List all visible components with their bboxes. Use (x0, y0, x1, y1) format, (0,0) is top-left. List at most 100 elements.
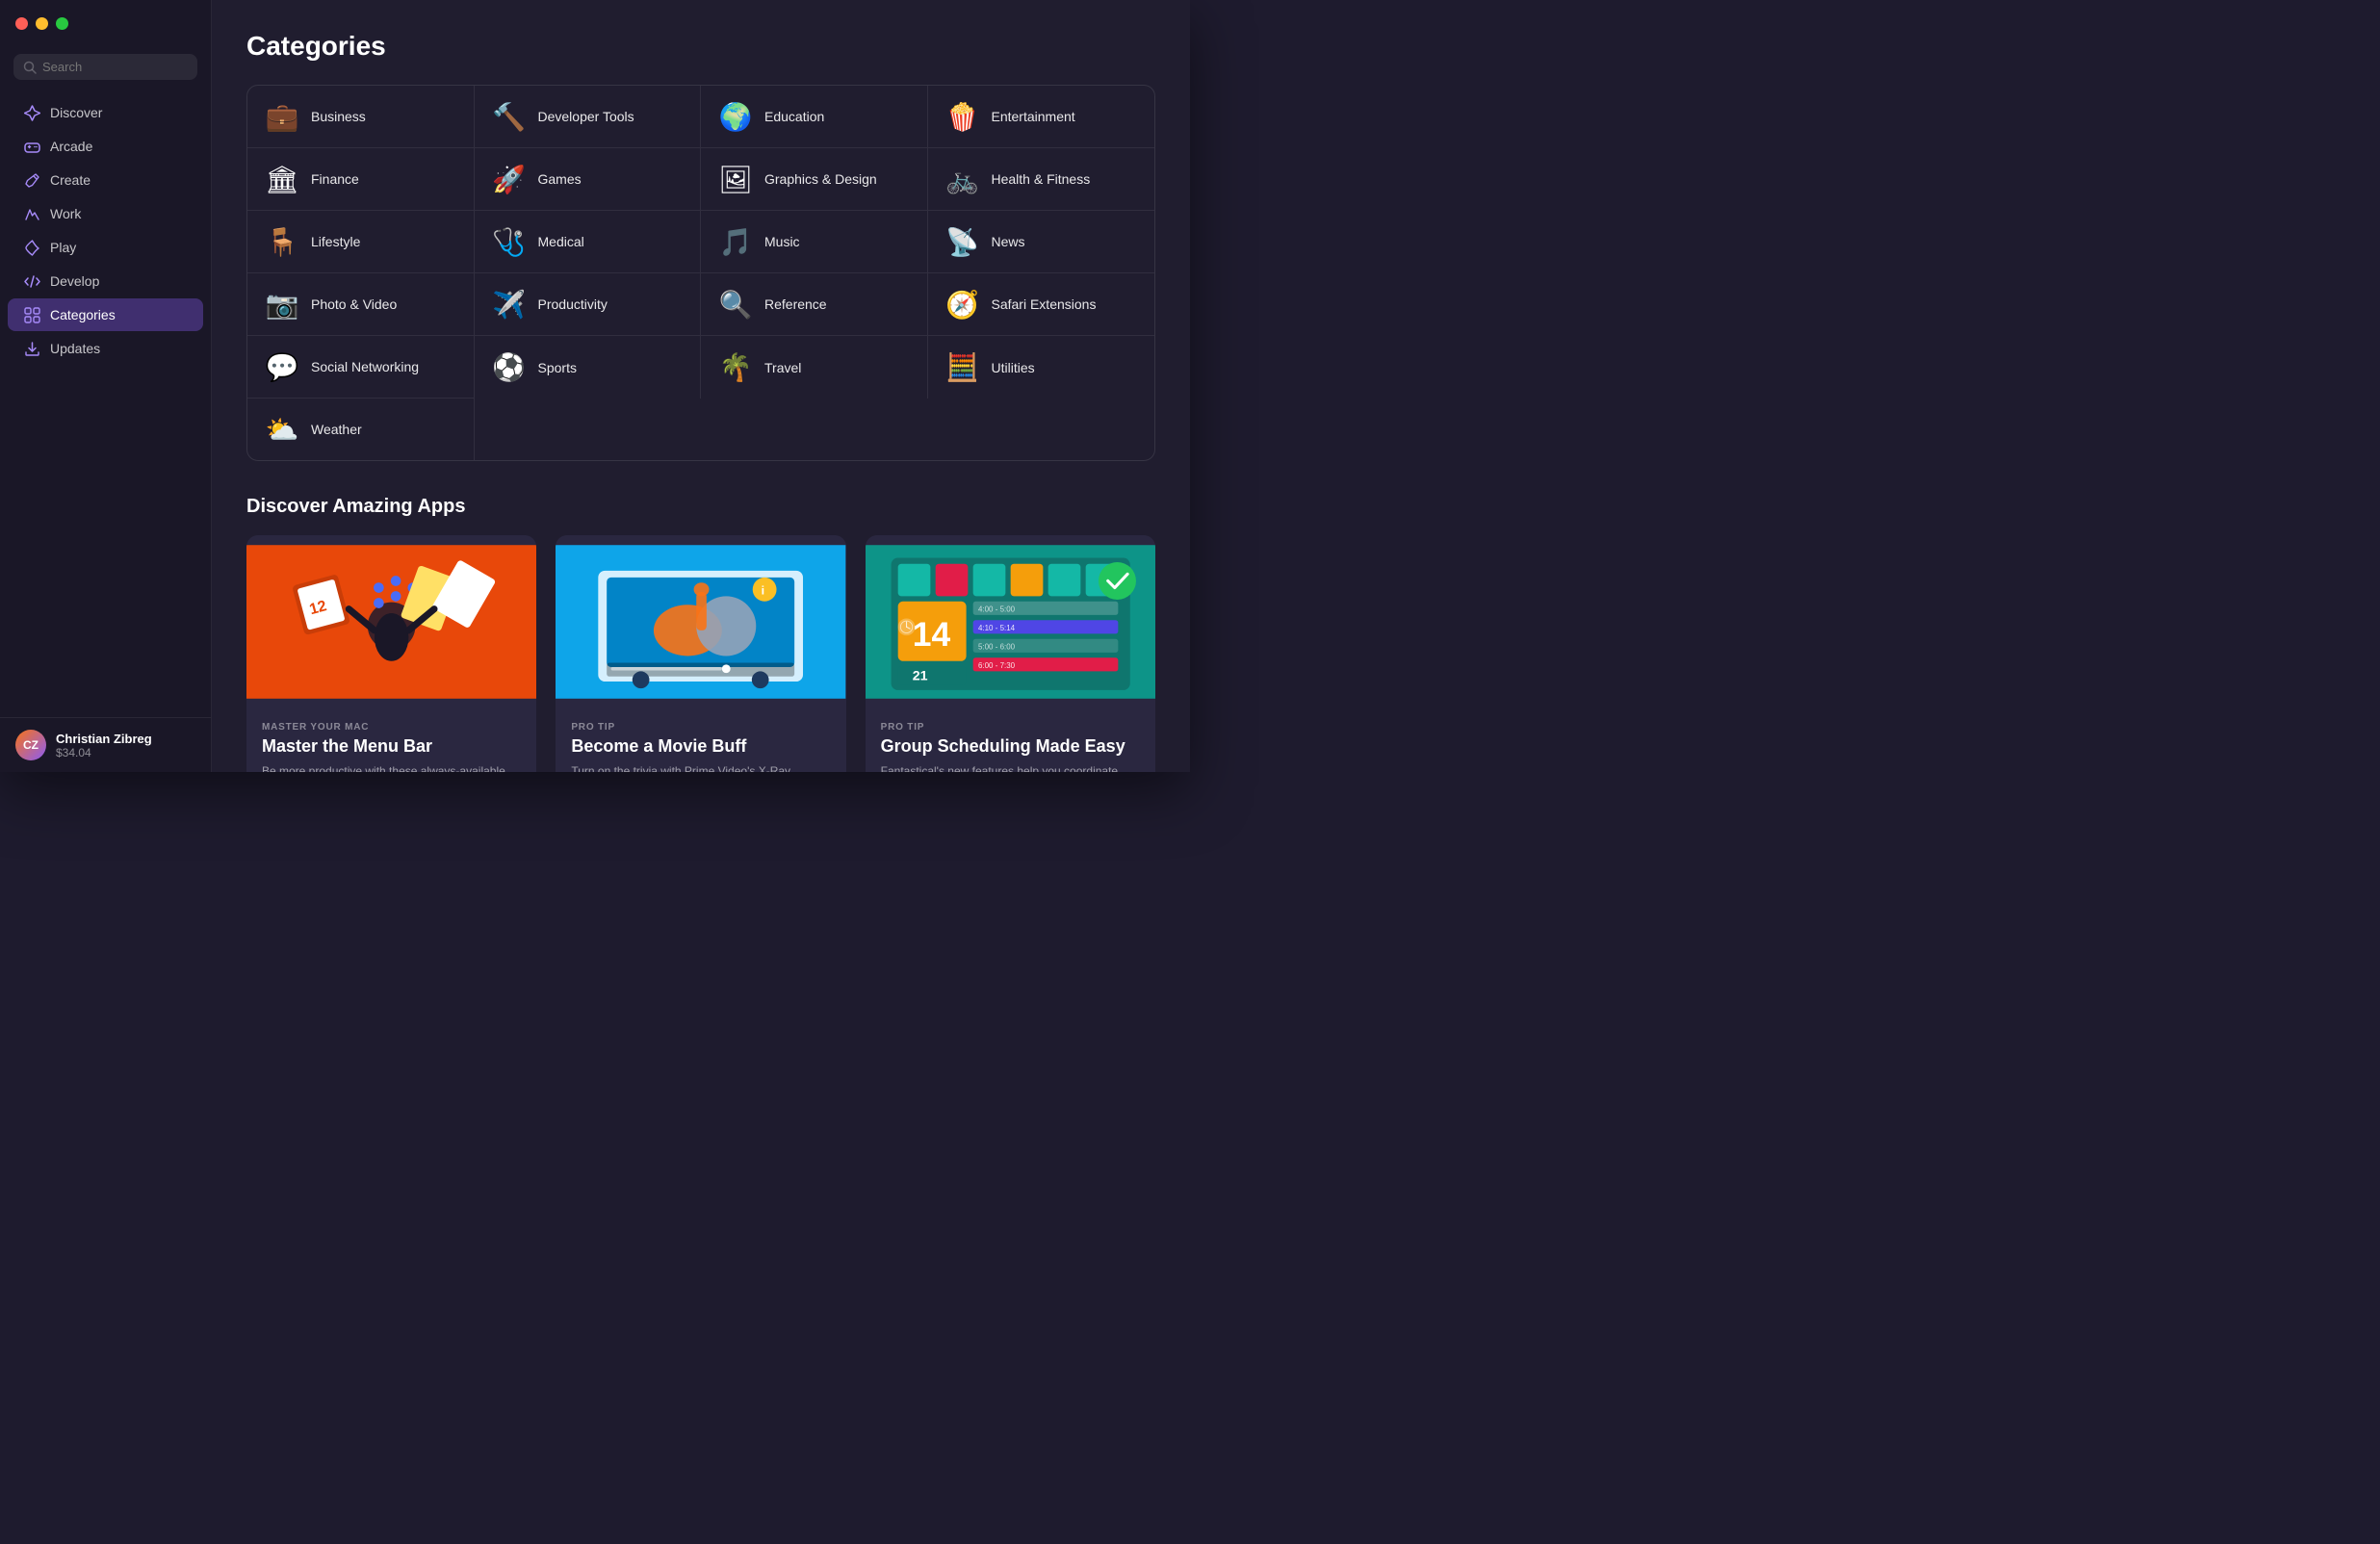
svg-text:14: 14 (912, 615, 950, 654)
app-name-menu-bar: Master the Menu Bar (262, 736, 521, 757)
search-box[interactable] (13, 54, 197, 80)
cat-label-finance: Finance (311, 171, 359, 187)
sidebar-item-work-label: Work (50, 206, 81, 221)
cat-icon-travel: 🌴 (718, 350, 753, 385)
category-item-entertainment[interactable]: 🍿 Entertainment (928, 86, 1155, 148)
svg-text:i: i (762, 584, 764, 598)
page-title: Categories (246, 31, 1155, 62)
app-name-movie-buff: Become a Movie Buff (571, 736, 830, 757)
category-item-music[interactable]: 🎵 Music (701, 211, 928, 273)
app-subtitle-movie-buff: PRO TIP (571, 722, 830, 733)
apps-grid: 12 MASTER YOUR MAC (246, 535, 1155, 772)
cat-icon-games: 🚀 (492, 162, 527, 196)
app-name-group-scheduling: Group Scheduling Made Easy (881, 736, 1140, 757)
cat-label-reference: Reference (764, 296, 827, 312)
category-item-sports[interactable]: ⚽ Sports (475, 336, 702, 399)
cat-icon-news: 📡 (945, 224, 980, 259)
cat-icon-music: 🎵 (718, 224, 753, 259)
categories-grid: 💼 Business 🔨 Developer Tools 🌍 Education… (246, 85, 1155, 461)
cat-label-health-fitness: Health & Fitness (992, 171, 1091, 187)
sidebar-item-develop[interactable]: Develop (8, 265, 203, 297)
titlebar (0, 0, 211, 46)
app-card-body-movie-buff: PRO TIP Become a Movie Buff Turn on the … (556, 708, 845, 772)
user-name: Christian Zibreg (56, 732, 152, 746)
close-button[interactable] (15, 17, 28, 30)
user-profile[interactable]: CZ Christian Zibreg $34.04 (0, 717, 211, 772)
sidebar-nav: Discover Arcade Create (0, 95, 211, 366)
cat-icon-developer-tools: 🔨 (492, 99, 527, 134)
app-card-movie-buff[interactable]: i PRO TIP Become a Movie Buff Turn on th… (556, 535, 845, 772)
app-card-body-menu-bar: MASTER YOUR MAC Master the Menu Bar Be m… (246, 708, 536, 772)
avatar: CZ (15, 730, 46, 760)
search-icon (23, 61, 37, 74)
category-item-travel[interactable]: 🌴 Travel (701, 336, 928, 399)
category-item-social-networking[interactable]: 💬 Social Networking (247, 336, 475, 399)
sidebar-item-create[interactable]: Create (8, 164, 203, 196)
sidebar-item-work[interactable]: Work (8, 197, 203, 230)
category-item-business[interactable]: 💼 Business (247, 86, 475, 148)
category-item-education[interactable]: 🌍 Education (701, 86, 928, 148)
sidebar-item-arcade[interactable]: Arcade (8, 130, 203, 163)
category-item-finance[interactable]: 🏛 Finance (247, 148, 475, 211)
sidebar-item-categories[interactable]: Categories (8, 298, 203, 331)
category-item-lifestyle[interactable]: 🪑 Lifestyle (247, 211, 475, 273)
app-card-body-group-scheduling: PRO TIP Group Scheduling Made Easy Fanta… (866, 708, 1155, 772)
cat-icon-social-networking: 💬 (265, 349, 299, 384)
search-input[interactable] (42, 60, 188, 74)
sidebar-item-create-label: Create (50, 172, 91, 188)
cat-label-productivity: Productivity (538, 296, 608, 312)
cat-icon-lifestyle: 🪑 (265, 224, 299, 259)
category-item-safari-extensions[interactable]: 🧭 Safari Extensions (928, 273, 1155, 336)
cat-icon-safari-extensions: 🧭 (945, 287, 980, 322)
cat-icon-productivity: ✈️ (492, 287, 527, 322)
svg-text:21: 21 (912, 668, 927, 683)
cat-label-graphics-design: Graphics & Design (764, 171, 877, 187)
cat-icon-graphics-design: 🖼 (718, 162, 753, 196)
sidebar: Discover Arcade Create (0, 0, 212, 772)
cat-icon-utilities: 🧮 (945, 350, 980, 385)
cat-label-social-networking: Social Networking (311, 359, 419, 374)
sidebar-item-updates[interactable]: Updates (8, 332, 203, 365)
cat-label-music: Music (764, 234, 800, 249)
play-icon (23, 239, 40, 256)
cat-icon-weather: ⛅ (265, 412, 299, 447)
sidebar-item-discover[interactable]: Discover (8, 96, 203, 129)
cat-label-weather: Weather (311, 422, 362, 437)
app-subtitle-group-scheduling: PRO TIP (881, 722, 1140, 733)
app-card-image-group-scheduling: 14 21 4:00 - 5:00 4:10 - 5:14 5:00 - 6:0… (866, 535, 1155, 708)
sidebar-item-updates-label: Updates (50, 341, 100, 356)
category-item-games[interactable]: 🚀 Games (475, 148, 702, 211)
category-item-graphics-design[interactable]: 🖼 Graphics & Design (701, 148, 928, 211)
svg-text:5:00 - 6:00: 5:00 - 6:00 (978, 642, 1016, 651)
cat-label-sports: Sports (538, 360, 577, 375)
category-item-photo-video[interactable]: 📷 Photo & Video (247, 273, 475, 336)
category-item-developer-tools[interactable]: 🔨 Developer Tools (475, 86, 702, 148)
category-item-productivity[interactable]: ✈️ Productivity (475, 273, 702, 336)
minimize-button[interactable] (36, 17, 48, 30)
cat-label-business: Business (311, 109, 366, 124)
sidebar-item-play[interactable]: Play (8, 231, 203, 264)
category-item-health-fitness[interactable]: 🚲 Health & Fitness (928, 148, 1155, 211)
app-subtitle-menu-bar: MASTER YOUR MAC (262, 722, 521, 733)
updates-icon (23, 340, 40, 357)
cat-label-photo-video: Photo & Video (311, 296, 397, 312)
cat-icon-finance: 🏛 (265, 162, 299, 196)
app-card-image-menu-bar: 12 (246, 535, 536, 708)
category-item-news[interactable]: 📡 News (928, 211, 1155, 273)
category-item-reference[interactable]: 🔍 Reference (701, 273, 928, 336)
cat-icon-medical: 🩺 (492, 224, 527, 259)
arcade-icon (23, 138, 40, 155)
cat-label-safari-extensions: Safari Extensions (992, 296, 1097, 312)
category-item-weather[interactable]: ⛅ Weather (247, 399, 475, 460)
fullscreen-button[interactable] (56, 17, 68, 30)
sidebar-item-play-label: Play (50, 240, 76, 255)
category-item-utilities[interactable]: 🧮 Utilities (928, 336, 1155, 399)
app-card-group-scheduling[interactable]: 14 21 4:00 - 5:00 4:10 - 5:14 5:00 - 6:0… (866, 535, 1155, 772)
category-item-medical[interactable]: 🩺 Medical (475, 211, 702, 273)
create-icon (23, 171, 40, 189)
cat-icon-business: 💼 (265, 99, 299, 134)
cat-icon-sports: ⚽ (492, 350, 527, 385)
app-card-menu-bar[interactable]: 12 MASTER YOUR MAC (246, 535, 536, 772)
cat-label-travel: Travel (764, 360, 801, 375)
cat-icon-entertainment: 🍿 (945, 99, 980, 134)
